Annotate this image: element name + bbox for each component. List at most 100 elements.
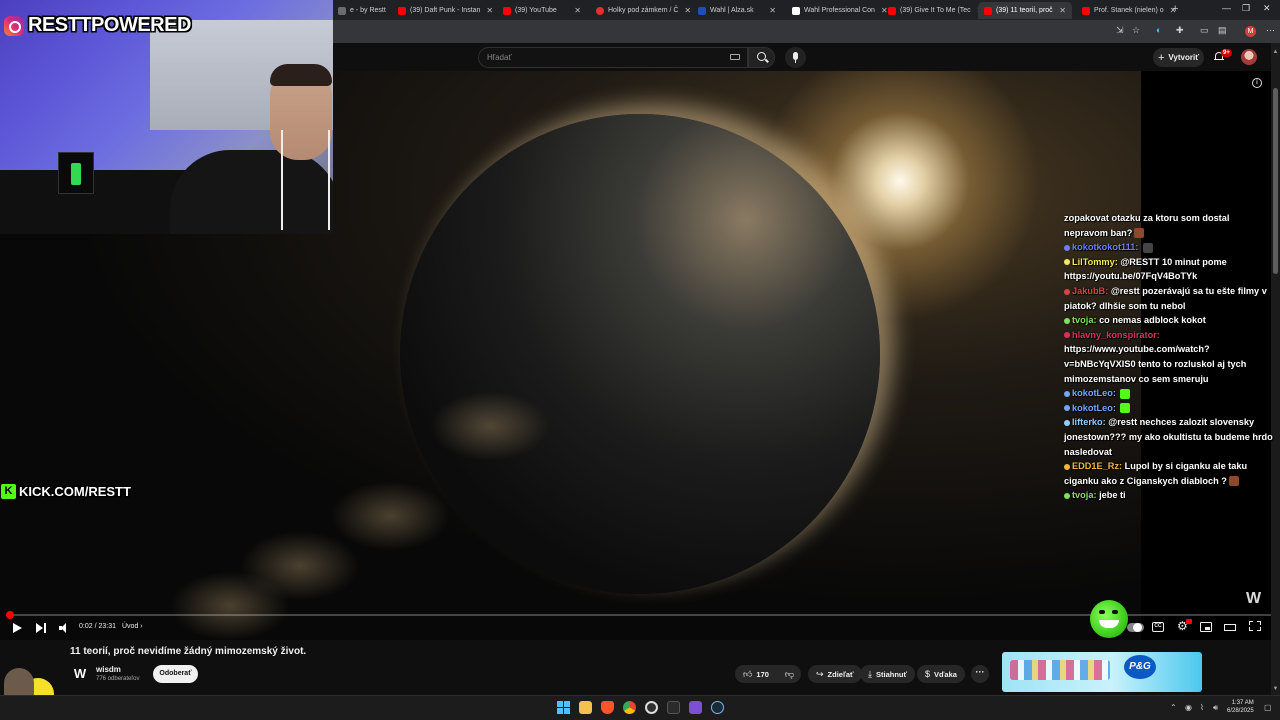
voice-search-button[interactable] [785,47,806,68]
minimize-icon[interactable]: — [1222,3,1231,13]
tray-chevron-icon[interactable]: ⌃ [1170,703,1177,712]
bookmark-star-icon[interactable]: ☆ [1132,25,1140,36]
miniplayer-button[interactable] [1200,622,1212,632]
tab-label: Holky pod zámkem / Č [608,7,679,14]
thumbs-down-icon[interactable]: 👎︎ [785,669,794,680]
chat-message: kokotLeo: [1064,386,1274,401]
tab-2[interactable]: (39) Daft Punk - Instan ✕ [392,2,493,19]
app-icon[interactable] [689,701,702,714]
sponsored-ad[interactable]: P&G [1002,652,1202,692]
progress-bar[interactable] [8,614,1271,616]
chapter-label: Úvod [122,623,139,630]
tab-8-active[interactable]: (39) 11 teorií, proč ✕ [978,2,1072,19]
mascot-eye [1112,610,1118,614]
chat-username: tvoja: [1072,490,1100,501]
chat-badge-icon [1064,390,1070,397]
tab-6[interactable]: Wahl Professional Con ✕ [786,2,888,19]
download-button[interactable]: ⤓ Stiahnuť [860,665,916,683]
system-clock[interactable]: 1:37 AM 6/28/2025 [1227,699,1254,715]
terminal-icon[interactable] [667,701,680,714]
chat-emote-icon [1142,242,1153,253]
tab-favicon [596,6,604,15]
chat-badge-icon [1064,405,1070,412]
scroll-down-arrow-icon[interactable]: ▼ [1272,686,1279,693]
notification-center-icon[interactable]: ▢ [1264,703,1272,712]
new-tab-button[interactable]: + [1172,3,1178,15]
close-window-icon[interactable]: ✕ [1263,3,1271,14]
fullscreen-button[interactable] [1249,621,1261,631]
thumbs-up-icon[interactable]: 👍︎ [743,669,752,680]
close-icon[interactable]: ✕ [763,6,776,15]
profile-avatar[interactable]: M [1245,26,1256,37]
channel-name[interactable]: wisdm [96,665,121,674]
close-icon[interactable]: ✕ [568,6,581,15]
maximize-icon[interactable]: ❐ [1242,3,1250,14]
tab-label: (39) 11 teorií, proč [996,7,1053,14]
thanks-button[interactable]: $ Vďaka [917,665,965,683]
search-input[interactable]: Hľadať [478,47,748,68]
chat-username: tvoja: [1072,315,1100,326]
puzzle-icon[interactable]: ✚ [1176,25,1184,36]
bell-base [1214,59,1224,61]
next-icon-bar [44,623,46,633]
obs-icon[interactable] [645,701,658,714]
tray-app-icon[interactable]: ◉ [1185,703,1192,712]
tab-1[interactable]: e - by Restt [332,2,392,19]
subtitles-button[interactable]: CC [1152,622,1164,632]
earphone-cable [328,130,330,230]
close-icon[interactable]: ✕ [1053,6,1066,15]
tab-5[interactable]: Wahl | Alza.sk ✕ [692,2,782,19]
chat-emote-icon [1120,388,1131,399]
tab-9[interactable]: Prof. Stanek (nielen) o ✕ [1076,2,1176,19]
nebula-haze [330,481,450,551]
time-display: 0:02 / 23:31 [79,623,116,630]
close-icon[interactable]: ✕ [480,6,493,15]
tab-3[interactable]: (39) YouTube ✕ [497,2,587,19]
volume-icon[interactable]: 🔊︎ [1213,703,1218,713]
share-button[interactable]: ↪ Zdieľať [808,665,862,683]
channel-avatar[interactable]: W [70,664,90,684]
search-button[interactable] [748,47,775,68]
steam-icon[interactable] [711,701,724,714]
install-icon[interactable]: ⇲ [1116,25,1124,36]
subscribe-button[interactable]: Odoberať [153,665,198,683]
file-explorer-icon[interactable] [579,701,592,714]
volume-button[interactable] [59,623,69,633]
scroll-up-arrow-icon[interactable]: ▲ [1272,49,1279,56]
channel-watermark[interactable]: W [1246,590,1261,608]
tab-4[interactable]: Holky pod zámkem / Č ✕ [590,2,691,19]
start-button[interactable] [557,701,570,714]
chat-emote-icon [1134,228,1145,239]
autoplay-toggle[interactable] [1127,623,1144,632]
extension-icon[interactable]: ◐ [1156,25,1161,35]
chrome-icon[interactable] [623,701,636,714]
instagram-icon [4,15,24,36]
brave-browser-icon[interactable] [601,701,614,714]
chat-message: tvoja: jebe ti [1064,488,1274,503]
account-avatar[interactable] [1241,49,1257,65]
play-button[interactable] [13,623,22,633]
chat-username: kokotLeo: [1072,388,1119,399]
keyboard-icon[interactable] [730,54,740,60]
progress-scrubber[interactable] [6,611,14,619]
thanks-icon: $ [925,669,931,679]
more-actions-button[interactable]: ··· [971,665,989,683]
menu-dots-icon[interactable]: ⋯ [1266,25,1275,36]
split-screen-icon[interactable]: ▭ [1200,25,1209,36]
wifi-icon[interactable]: ⌇ [1200,703,1204,712]
tab-label: Wahl Professional Con [804,7,875,14]
create-button[interactable]: + Vytvoriť [1153,48,1204,67]
info-icon[interactable]: i [1252,78,1262,88]
collections-icon[interactable]: ▤ [1218,25,1227,36]
chevron-right-icon: › [140,623,143,630]
tab-7[interactable]: (39) Give It To Me (Tec✕ [882,2,983,19]
tab-label: Wahl | Alza.sk [710,7,754,14]
theater-mode-button[interactable] [1224,624,1236,631]
chapter-button[interactable]: Úvod › [122,623,143,630]
next-button[interactable] [36,623,47,633]
chat-message: hlavny_konspirator: https://www.youtube.… [1064,328,1274,386]
like-dislike-group[interactable]: 👍︎ 170 👎︎ [735,665,801,683]
close-icon[interactable]: ✕ [678,6,691,15]
mascot-eye [1099,610,1105,614]
chat-username: lifterko: [1072,417,1109,428]
